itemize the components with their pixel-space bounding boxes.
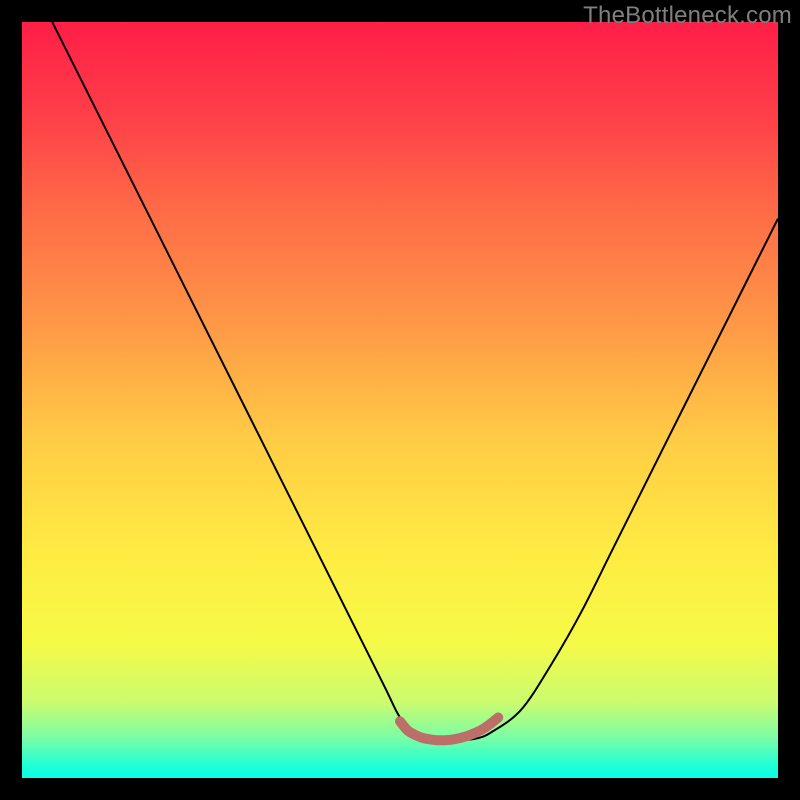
bottleneck-chart bbox=[22, 22, 778, 778]
watermark-text: TheBottleneck.com bbox=[583, 2, 792, 30]
plot-frame bbox=[22, 22, 778, 778]
chart-background bbox=[22, 22, 778, 778]
